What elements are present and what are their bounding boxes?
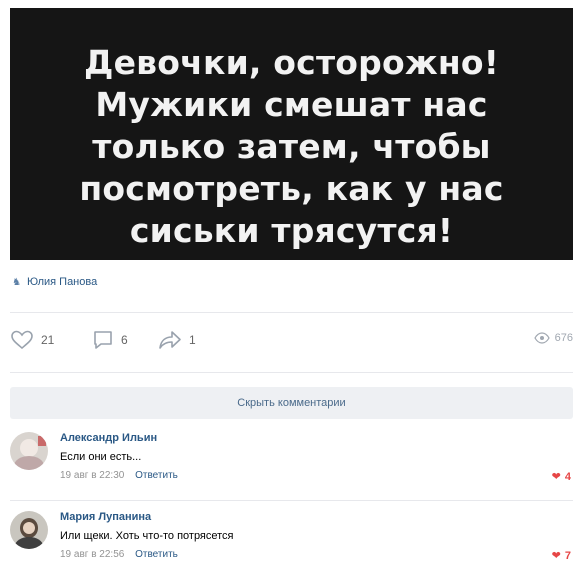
post-author-name[interactable]: Юлия Панова bbox=[27, 276, 97, 288]
avatar[interactable] bbox=[10, 432, 48, 470]
comment-like-count: 7 bbox=[564, 549, 571, 562]
eye-icon bbox=[533, 332, 550, 344]
hide-comments-label: Скрыть комментарии bbox=[237, 397, 346, 409]
comment-like-count: 4 bbox=[564, 470, 571, 483]
comment-like-button[interactable]: ❤ 7 bbox=[551, 549, 571, 563]
reply-button[interactable]: Ответить bbox=[135, 549, 178, 560]
comment-meta: 19 авг в 22:30 Ответить bbox=[60, 470, 178, 481]
comment-icon bbox=[94, 331, 112, 349]
comment-count: 6 bbox=[121, 333, 128, 347]
reply-button[interactable]: Ответить bbox=[135, 470, 178, 481]
post-image[interactable]: Девочки, осторожно! Мужики смешат нас то… bbox=[10, 8, 573, 260]
post-image-line: сиськи трясутся! bbox=[129, 211, 454, 250]
comment-author[interactable]: Александр Ильин bbox=[60, 432, 157, 444]
heart-icon: ❤ bbox=[551, 550, 561, 562]
person-icon: ♞ bbox=[12, 276, 21, 288]
post-image-line: только затем, чтобы bbox=[92, 127, 491, 166]
comment-date[interactable]: 19 авг в 22:30 bbox=[60, 470, 124, 481]
views-counter: 676 bbox=[533, 332, 573, 344]
post-actions: 21 6 1 676 bbox=[10, 330, 573, 352]
share-icon bbox=[159, 331, 181, 349]
like-count: 21 bbox=[41, 333, 55, 347]
comment-text: Если они есть... bbox=[60, 451, 142, 463]
post-author[interactable]: ♞ Юлия Панова bbox=[12, 276, 97, 288]
comment-meta: 19 авг в 22:56 Ответить bbox=[60, 549, 178, 560]
hide-comments-button[interactable]: Скрыть комментарии bbox=[10, 387, 573, 419]
post-image-line: посмотреть, как у нас bbox=[79, 169, 504, 208]
heart-icon: ❤ bbox=[551, 471, 561, 483]
avatar-image bbox=[10, 511, 48, 549]
avatar-image bbox=[10, 432, 48, 470]
comment-text: Или щеки. Хоть что-то потрясется bbox=[60, 530, 234, 542]
share-button[interactable]: 1 bbox=[158, 330, 196, 350]
comment-like-button[interactable]: ❤ 4 bbox=[551, 470, 571, 484]
post-image-text: Девочки, осторожно! Мужики смешат нас то… bbox=[79, 42, 503, 252]
comment-date[interactable]: 19 авг в 22:56 bbox=[60, 549, 124, 560]
views-count: 676 bbox=[554, 332, 573, 344]
divider bbox=[10, 500, 573, 501]
comment-author[interactable]: Мария Лупанина bbox=[60, 511, 151, 523]
post-image-line: Мужики смешат нас bbox=[95, 85, 488, 124]
share-count: 1 bbox=[189, 333, 196, 347]
divider bbox=[10, 312, 573, 313]
avatar[interactable] bbox=[10, 511, 48, 549]
post-image-line: Девочки, осторожно! bbox=[83, 43, 499, 82]
like-button[interactable]: 21 bbox=[10, 330, 54, 350]
comment-button[interactable]: 6 bbox=[92, 330, 128, 350]
comment-item: Александр Ильин Если они есть... 19 авг … bbox=[10, 432, 573, 488]
heart-icon bbox=[11, 330, 33, 350]
divider bbox=[10, 372, 573, 373]
comment-item: Мария Лупанина Или щеки. Хоть что-то пот… bbox=[10, 511, 573, 567]
